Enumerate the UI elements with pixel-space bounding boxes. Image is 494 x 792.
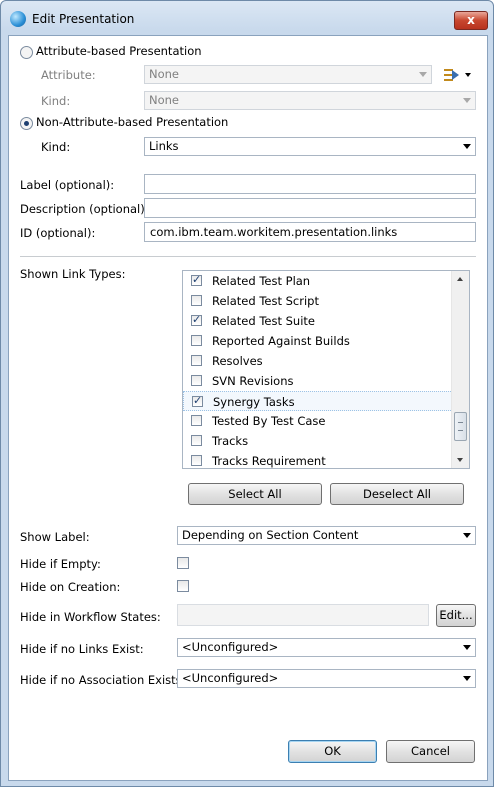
show-label-combo[interactable]: Depending on Section Content	[177, 526, 476, 545]
attribute-based-radio[interactable]	[20, 46, 33, 59]
link-type-row[interactable]: Reported Against Builds	[183, 331, 453, 351]
link-type-checkbox[interactable]	[192, 394, 203, 407]
hide-if-empty-label: Hide if Empty:	[20, 557, 101, 571]
attribute-picker-icon[interactable]	[442, 66, 472, 84]
scrollbar-thumb[interactable]	[454, 412, 467, 441]
link-type-row[interactable]: Synergy Tasks	[183, 391, 453, 411]
description-input[interactable]	[144, 198, 476, 218]
attribute-combo-value: None	[149, 67, 180, 81]
link-type-label: Related Test Script	[212, 294, 319, 308]
link-type-checkbox[interactable]	[191, 375, 202, 386]
hide-no-association-label: Hide if no Association Exists:	[20, 673, 186, 687]
link-type-row[interactable]: Related Test Suite	[183, 311, 453, 331]
workflow-states-field	[177, 604, 429, 626]
hide-no-links-combo[interactable]: <Unconfigured>	[177, 638, 476, 657]
attribute-kind-combo-value: None	[149, 93, 180, 107]
ok-button[interactable]: OK	[288, 740, 377, 763]
chevron-down-icon	[463, 676, 471, 681]
link-type-row[interactable]: Related Test Plan	[183, 271, 453, 291]
link-type-label: Reported Against Builds	[212, 334, 350, 348]
attribute-based-label: Attribute-based Presentation	[36, 44, 202, 58]
link-type-label: SVN Revisions	[212, 374, 294, 388]
hide-on-creation-label: Hide on Creation:	[20, 580, 121, 594]
link-type-label: Related Test Plan	[212, 274, 311, 288]
edit-presentation-dialog: Edit Presentation x Attribute-based Pres…	[0, 0, 494, 787]
link-type-checkbox[interactable]	[191, 295, 202, 306]
description-field-label: Description (optional):	[20, 202, 149, 216]
link-type-checkbox[interactable]	[191, 435, 202, 446]
link-type-row[interactable]: SVN Revisions	[183, 371, 453, 391]
non-attribute-based-radio[interactable]	[20, 117, 33, 130]
link-type-row[interactable]: Tested By Test Case	[183, 411, 453, 431]
link-type-label: Synergy Tasks	[213, 395, 295, 409]
hide-no-association-combo-value: <Unconfigured>	[182, 671, 279, 685]
hide-no-links-label: Hide if no Links Exist:	[20, 642, 144, 656]
id-input[interactable]: com.ibm.team.workitem.presentation.links	[144, 222, 476, 242]
cancel-button[interactable]: Cancel	[386, 740, 475, 763]
chevron-down-icon	[463, 533, 471, 538]
window-title: Edit Presentation	[32, 12, 135, 26]
attribute-label: Attribute:	[41, 68, 96, 82]
attribute-kind-combo[interactable]: None	[144, 91, 476, 110]
link-type-row[interactable]: Resolves	[183, 351, 453, 371]
chevron-down-icon	[463, 645, 471, 650]
kind-combo[interactable]: Links	[144, 137, 476, 156]
link-type-checkbox[interactable]	[191, 455, 202, 466]
scroll-up-icon[interactable]	[457, 277, 463, 281]
title-bar[interactable]: Edit Presentation x	[1, 1, 493, 35]
label-field-label: Label (optional):	[20, 178, 115, 192]
link-type-checkbox[interactable]	[191, 273, 202, 286]
link-type-checkbox[interactable]	[191, 355, 202, 366]
link-type-label: Tracks Requirement	[212, 454, 326, 468]
kind-combo-value: Links	[149, 139, 179, 153]
link-type-label: Tracks	[212, 434, 249, 448]
link-type-label: Resolves	[212, 354, 263, 368]
show-label-label: Show Label:	[20, 530, 90, 544]
shown-link-types-label: Shown Link Types:	[20, 267, 126, 281]
hide-no-links-combo-value: <Unconfigured>	[182, 640, 279, 654]
kind-label: Kind:	[41, 140, 71, 154]
edit-workflow-button[interactable]: Edit...	[436, 604, 476, 627]
non-attribute-based-label: Non-Attribute-based Presentation	[36, 115, 229, 129]
close-button[interactable]: x	[454, 11, 488, 30]
attribute-combo[interactable]: None	[144, 65, 432, 84]
link-types-list[interactable]: Related Test Plan Related Test Script Rela…	[182, 270, 470, 469]
hide-no-association-combo[interactable]: <Unconfigured>	[177, 669, 476, 688]
app-icon	[10, 11, 26, 27]
hide-if-empty-checkbox[interactable]	[177, 557, 189, 569]
scroll-down-icon[interactable]	[457, 458, 463, 462]
link-type-label: Tested By Test Case	[212, 414, 326, 428]
label-input[interactable]	[144, 174, 476, 194]
link-type-label: Related Test Suite	[212, 314, 316, 328]
link-type-row[interactable]: Tracks Requirement	[183, 451, 453, 468]
chevron-down-icon	[463, 144, 471, 149]
link-type-checkbox[interactable]	[191, 415, 202, 426]
id-field-label: ID (optional):	[20, 226, 96, 240]
select-all-button[interactable]: Select All	[188, 483, 322, 505]
show-label-combo-value: Depending on Section Content	[182, 528, 359, 542]
link-type-row[interactable]: Tracks	[183, 431, 453, 451]
link-type-checkbox[interactable]	[191, 313, 202, 326]
attribute-kind-label: Kind:	[41, 94, 71, 108]
deselect-all-button[interactable]: Deselect All	[330, 483, 464, 505]
chevron-down-icon	[463, 98, 471, 103]
vertical-scrollbar[interactable]	[451, 271, 469, 468]
link-type-checkbox[interactable]	[191, 335, 202, 346]
separator	[20, 256, 476, 257]
hide-on-creation-checkbox[interactable]	[177, 580, 189, 592]
chevron-down-icon	[419, 72, 427, 77]
link-type-row[interactable]: Related Test Script	[183, 291, 453, 311]
hide-in-workflow-label: Hide in Workflow States:	[20, 610, 161, 624]
dialog-content: Attribute-based Presentation Attribute: …	[8, 35, 488, 781]
